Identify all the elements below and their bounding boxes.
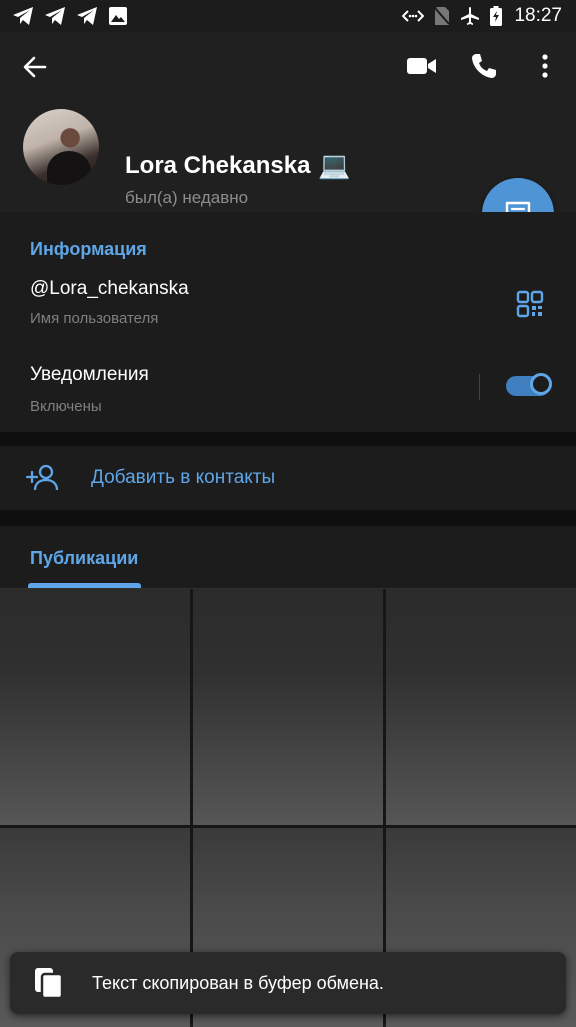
notifications-label[interactable]: Уведомления (30, 364, 149, 386)
info-section: Информация @Lora_chekanska Имя пользоват… (0, 212, 576, 432)
add-person-icon (25, 464, 60, 497)
airplane-icon (460, 6, 480, 26)
data-saver-icon (402, 7, 425, 25)
publication-tile[interactable] (0, 589, 190, 825)
notifications-toggle[interactable] (506, 373, 552, 396)
status-emoji[interactable]: 💻 (318, 150, 350, 181)
notifications-value: Включены (30, 398, 102, 415)
more-options-button[interactable] (532, 52, 558, 85)
clock: 18:27 (514, 5, 562, 26)
telegram-icon (12, 6, 34, 26)
info-section-title: Информация (30, 239, 147, 259)
voice-call-button[interactable] (470, 52, 498, 85)
video-call-button[interactable] (406, 54, 438, 83)
qr-code-icon (516, 290, 544, 318)
profile-header: Lora Chekanska 💻 был(а) недавно (0, 32, 576, 212)
add-contact-row[interactable]: Добавить в контакты (0, 446, 576, 510)
last-seen-status: был(а) недавно (125, 188, 249, 207)
more-vertical-icon (542, 54, 548, 78)
no-sim-icon (434, 6, 451, 26)
copied-toast: Текст скопирован в буфер обмена. (10, 952, 566, 1014)
arrow-left-icon (23, 56, 47, 78)
avatar[interactable] (23, 109, 99, 185)
publication-tile[interactable] (386, 589, 576, 825)
profile-name: Lora Chekanska (125, 151, 311, 179)
divider (479, 374, 480, 400)
username-label: Имя пользователя (30, 310, 159, 327)
phone-icon (472, 54, 496, 78)
video-camera-icon (407, 58, 436, 74)
battery-charging-icon (490, 6, 503, 26)
tab-indicator (28, 583, 141, 588)
back-button[interactable] (20, 52, 50, 82)
telegram-icon (44, 6, 66, 26)
publications-tabs: Публикации (0, 526, 576, 589)
image-icon (108, 6, 128, 26)
add-contact-label: Добавить в контакты (91, 467, 276, 488)
copy-icon (32, 966, 66, 1005)
status-bar: 18:27 (0, 0, 576, 32)
section-divider (0, 432, 576, 446)
section-divider (0, 510, 576, 526)
telegram-icon (76, 6, 98, 26)
qr-code-button[interactable] (516, 290, 544, 323)
username[interactable]: @Lora_chekanska (30, 278, 189, 300)
tab-publications[interactable]: Публикации (30, 548, 138, 569)
publication-tile[interactable] (193, 589, 383, 825)
toast-message: Текст скопирован в буфер обмена. (92, 973, 384, 993)
